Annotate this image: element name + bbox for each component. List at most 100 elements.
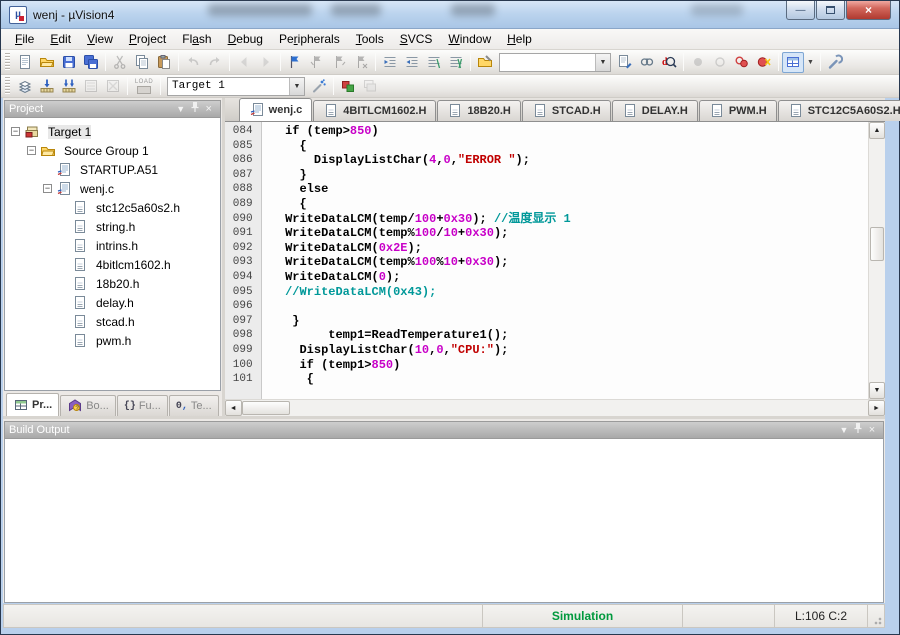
code-line[interactable]: 084 if (temp>850) xyxy=(225,124,868,139)
scroll-up-button[interactable]: ▲ xyxy=(869,122,885,139)
build-output-content[interactable] xyxy=(4,439,884,603)
nav-forward-icon[interactable] xyxy=(255,52,277,73)
code-line[interactable]: 093 WriteDataLCM(temp%100%10+0x30); xyxy=(225,255,868,270)
bookmark-toggle-icon[interactable] xyxy=(284,52,306,73)
bookmark-next-icon[interactable] xyxy=(328,52,350,73)
editor-horizontal-scrollbar[interactable]: ◄ ► xyxy=(225,399,885,416)
scroll-right-button[interactable]: ► xyxy=(868,400,885,416)
code-editor[interactable]: 084 if (temp>850)085 {086 DisplayListCha… xyxy=(225,122,868,399)
enable-breakpoint-icon[interactable] xyxy=(709,52,731,73)
save-all-icon[interactable] xyxy=(80,52,102,73)
editor-tab-wenj-c[interactable]: wenj.c xyxy=(239,98,313,121)
scroll-down-button[interactable]: ▼ xyxy=(869,382,885,399)
tree-item-target-1[interactable]: −Target 1 xyxy=(5,122,220,141)
tree-item-stc12c5a60s2-h[interactable]: stc12c5a60s2.h xyxy=(5,198,220,217)
code-line[interactable]: 097 } xyxy=(225,314,868,329)
menu-item-peripherals[interactable]: Peripherals xyxy=(271,30,348,48)
toolbar-grip[interactable] xyxy=(5,53,10,71)
code-line[interactable]: 094 WriteDataLCM(0); xyxy=(225,270,868,285)
code-line[interactable]: 087 } xyxy=(225,168,868,183)
save-icon[interactable] xyxy=(58,52,80,73)
chevron-down-icon[interactable]: ▼ xyxy=(837,423,851,437)
tree-item-startup-a51[interactable]: STARTUP.A51 xyxy=(5,160,220,179)
code-line[interactable]: 100 if (temp1>850) xyxy=(225,358,868,373)
rebuild-icon[interactable] xyxy=(58,76,80,97)
editor-tab-stcad-h[interactable]: STCAD.H xyxy=(522,100,611,121)
options-for-target-icon[interactable] xyxy=(308,76,330,97)
code-line[interactable]: 095 //WriteDataLCM(0x43); xyxy=(225,285,868,300)
vscroll-track[interactable] xyxy=(869,139,885,382)
incremental-find-icon[interactable] xyxy=(636,52,658,73)
editor-tab-delay-h[interactable]: DELAY.H xyxy=(612,100,698,121)
hscroll-track[interactable] xyxy=(242,400,868,416)
batch-build-icon[interactable] xyxy=(80,76,102,97)
tree-expander-icon[interactable]: − xyxy=(27,146,36,155)
code-line[interactable]: 091 WriteDataLCM(temp%100/10+0x30); xyxy=(225,226,868,241)
scroll-left-button[interactable]: ◄ xyxy=(225,400,242,416)
pin-icon[interactable] xyxy=(188,101,202,117)
code-line[interactable]: 092 WriteDataLCM(0x2E); xyxy=(225,241,868,256)
new-file-icon[interactable] xyxy=(14,52,36,73)
close-icon[interactable]: × xyxy=(202,102,216,116)
pin-icon[interactable] xyxy=(851,422,865,438)
code-line[interactable]: 088 else xyxy=(225,182,868,197)
uncomment-selection-icon[interactable] xyxy=(445,52,467,73)
panel-tab-pr[interactable]: Pr... xyxy=(6,393,59,416)
menu-item-tools[interactable]: Tools xyxy=(348,30,392,48)
chevron-down-icon[interactable]: ▼ xyxy=(289,78,304,95)
editor-tab-4bitlcm1602-h[interactable]: 4BITLCM1602.H xyxy=(313,100,436,121)
copy-icon[interactable] xyxy=(131,52,153,73)
disable-all-breakpoints-icon[interactable] xyxy=(731,52,753,73)
editor-vertical-scrollbar[interactable]: ▲ ▼ xyxy=(868,122,885,399)
close-button[interactable]: × xyxy=(846,1,891,20)
close-icon[interactable]: × xyxy=(865,423,879,437)
paste-icon[interactable] xyxy=(153,52,175,73)
tree-item-string-h[interactable]: string.h xyxy=(5,217,220,236)
nav-back-icon[interactable] xyxy=(233,52,255,73)
redo-icon[interactable] xyxy=(204,52,226,73)
tree-item-stcad-h[interactable]: stcad.h xyxy=(5,312,220,331)
undo-icon[interactable] xyxy=(182,52,204,73)
bookmark-prev-icon[interactable] xyxy=(306,52,328,73)
find-in-files-icon[interactable] xyxy=(614,52,636,73)
menu-item-svcs[interactable]: SVCS xyxy=(392,30,441,48)
menu-item-edit[interactable]: Edit xyxy=(42,30,79,48)
code-line[interactable]: 090 WriteDataLCM(temp/100+0x30); //温度显示 … xyxy=(225,212,868,227)
build-icon[interactable] xyxy=(36,76,58,97)
tree-item-18b20-h[interactable]: 18b20.h xyxy=(5,274,220,293)
tree-item-wenj-c[interactable]: −wenj.c xyxy=(5,179,220,198)
indent-icon[interactable] xyxy=(379,52,401,73)
file-search-icon[interactable] xyxy=(474,52,496,73)
panel-tab-bo[interactable]: ?Bo... xyxy=(60,395,116,416)
panel-tab-te[interactable]: 0,Te... xyxy=(169,395,219,416)
vscroll-thumb[interactable] xyxy=(870,227,884,261)
cut-icon[interactable] xyxy=(109,52,131,73)
code-line[interactable]: 099 DisplayListChar(10,0,"CPU:"); xyxy=(225,343,868,358)
unindent-icon[interactable] xyxy=(401,52,423,73)
code-line[interactable]: 086 DisplayListChar(4,0,"ERROR "); xyxy=(225,153,868,168)
code-line[interactable]: 085 { xyxy=(225,139,868,154)
menu-item-view[interactable]: View xyxy=(79,30,121,48)
chevron-down-icon[interactable]: ▼ xyxy=(174,102,188,116)
code-line[interactable]: 101 { xyxy=(225,372,868,387)
menu-item-flash[interactable]: Flash xyxy=(174,30,219,48)
insert-breakpoint-icon[interactable] xyxy=(687,52,709,73)
target-select[interactable]: Target 1▼ xyxy=(167,77,305,96)
tree-item-source-group-1[interactable]: −Source Group 1 xyxy=(5,141,220,160)
toolbar-grip[interactable] xyxy=(5,77,10,95)
tree-item-intrins-h[interactable]: intrins.h xyxy=(5,236,220,255)
title-bar[interactable]: µ wenj - µVision4 — × xyxy=(1,1,899,29)
editor-tab-stc12c5a60s2-h[interactable]: STC12C5A60S2.H xyxy=(778,100,900,121)
tree-item-pwm-h[interactable]: pwm.h xyxy=(5,331,220,350)
chevron-down-icon[interactable]: ▼ xyxy=(595,54,610,71)
editor-tab-pwm-h[interactable]: PWM.H xyxy=(699,100,777,121)
kill-all-breakpoints-icon[interactable] xyxy=(753,52,775,73)
open-file-icon[interactable] xyxy=(36,52,58,73)
bookmark-clear-icon[interactable] xyxy=(350,52,372,73)
configure-wrench-icon[interactable] xyxy=(824,52,846,73)
menu-item-project[interactable]: Project xyxy=(121,30,174,48)
tree-item-4bitlcm1602-h[interactable]: 4bitlcm1602.h xyxy=(5,255,220,274)
chevron-down-icon[interactable]: ▼ xyxy=(804,59,817,66)
code-line[interactable]: 096 xyxy=(225,299,868,314)
find-dialog-icon[interactable]: d xyxy=(658,52,680,73)
